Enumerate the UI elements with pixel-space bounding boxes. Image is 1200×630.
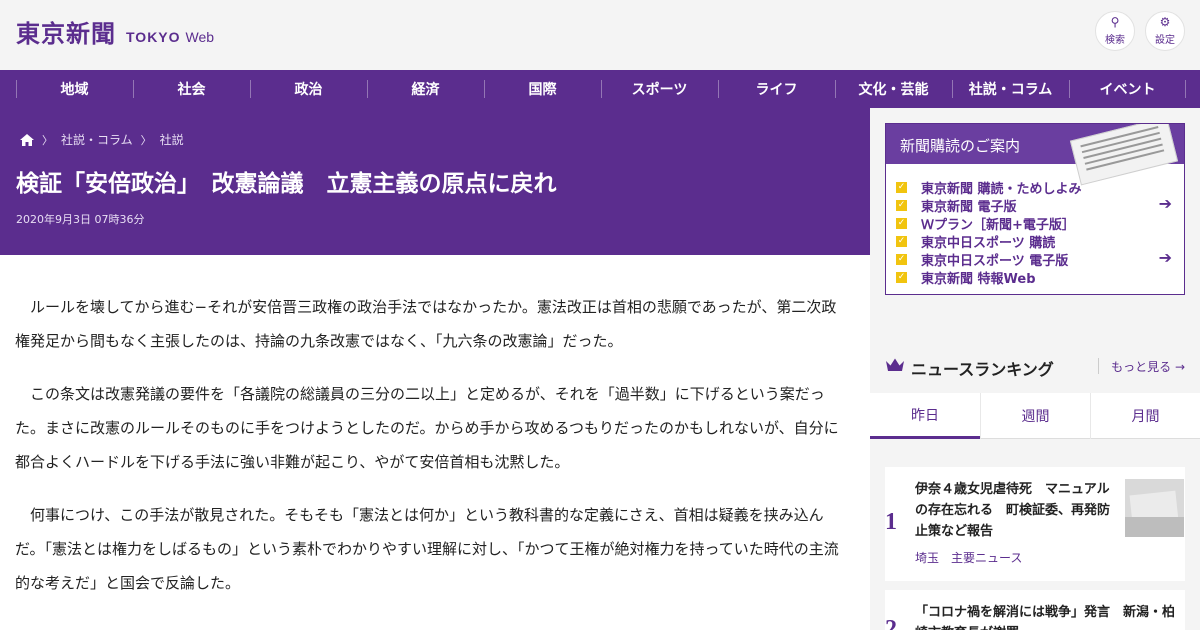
subscription-item[interactable]: ✓ 東京新聞 電子版 ➔ bbox=[896, 195, 1174, 215]
tab-monthly[interactable]: 月間 bbox=[1090, 393, 1200, 439]
ranking-thumbnail[interactable] bbox=[1125, 479, 1184, 537]
settings-button[interactable]: ⚙ 設定 bbox=[1145, 11, 1185, 51]
logo-tokyo: TOKYO bbox=[126, 29, 181, 45]
article-header: 〉 社説・コラム 〉 社説 検証「安倍政治」 改憲論議 立憲主義の原点に戻れ 2… bbox=[0, 108, 870, 255]
article-title: 検証「安倍政治」 改憲論議 立憲主義の原点に戻れ bbox=[16, 171, 557, 197]
search-button[interactable]: ⚲ 検索 bbox=[1095, 11, 1135, 51]
subscription-item[interactable]: ✓ 東京中日スポーツ 購読 bbox=[896, 232, 1174, 251]
ranking-item-title[interactable]: 伊奈４歳女児虐待死 マニュアルの存在忘れる 町検証委、再発防止策など報告 bbox=[915, 479, 1115, 542]
subscription-list: ✓ 東京新聞 購読・ためしよみ ✓ 東京新聞 電子版 ➔ ✓ Ｗプラン［新聞+電… bbox=[886, 164, 1184, 287]
ranking-header: ニュースランキング もっと見る → bbox=[885, 356, 1185, 379]
subscription-item-label: 東京中日スポーツ 購読 bbox=[921, 235, 1056, 251]
check-icon: ✓ bbox=[896, 217, 907, 229]
breadcrumb-separator: 〉 bbox=[140, 133, 152, 147]
subscription-item-label: Ｗプラン［新聞+電子版］ bbox=[921, 217, 1075, 233]
site-header: 東京新聞 TOKYO Web ⚲ 検索 ⚙ 設定 bbox=[0, 0, 1200, 70]
nav-item-event[interactable]: イベント bbox=[1069, 70, 1186, 108]
search-icon: ⚲ bbox=[1110, 15, 1120, 29]
ranking-item[interactable]: 1 伊奈４歳女児虐待死 マニュアルの存在忘れる 町検証委、再発防止策など報告 埼… bbox=[885, 467, 1185, 581]
nav-item-shakai[interactable]: 社会 bbox=[133, 70, 250, 108]
home-icon[interactable] bbox=[20, 133, 34, 146]
subscription-item[interactable]: ✓ 東京中日スポーツ 電子版 ➔ bbox=[896, 249, 1174, 269]
ranking-title: ニュースランキング bbox=[911, 360, 1054, 379]
site-logo[interactable]: 東京新聞 TOKYO Web bbox=[16, 14, 214, 49]
ranking-item[interactable]: 2 「コロナ禍を解消には戦争」発言 新潟・柏崎市教育長が謝罪 bbox=[885, 590, 1185, 630]
subscription-item[interactable]: ✓ 東京新聞 購読・ためしよみ bbox=[896, 178, 1174, 197]
ranking-tabs: 昨日 週間 月間 bbox=[870, 393, 1200, 439]
arrow-right-icon: → bbox=[1174, 360, 1185, 374]
nav-item-bunka[interactable]: 文化・芸能 bbox=[835, 70, 952, 108]
gear-icon: ⚙ bbox=[1159, 15, 1171, 29]
ranking-divider bbox=[1098, 358, 1099, 374]
check-icon: ✓ bbox=[896, 199, 907, 211]
article-date: 2020年9月3日 07時36分 bbox=[16, 213, 145, 226]
tab-weekly[interactable]: 週間 bbox=[980, 393, 1090, 439]
breadcrumb-item-shasetsu-column[interactable]: 社説・コラム bbox=[61, 131, 133, 148]
article-paragraph: 何事につけ、この手法が散見された。そもそも「憲法とは何か」という教科書的な定義に… bbox=[15, 506, 839, 592]
subscription-box: 新聞購読のご案内 ✓ 東京新聞 購読・ためしよみ ✓ 東京新聞 電子版 ➔ ✓ … bbox=[885, 123, 1185, 295]
subscription-item-label: 東京新聞 特報Web bbox=[921, 271, 1036, 287]
crown-icon bbox=[886, 358, 904, 371]
search-button-label: 検索 bbox=[1105, 35, 1125, 46]
breadcrumb-item-shasetsu[interactable]: 社説 bbox=[160, 131, 184, 148]
subscription-item[interactable]: ✓ 東京新聞 特報Web bbox=[896, 268, 1174, 287]
ranking-more-label: もっと見る bbox=[1111, 360, 1172, 374]
ranking-item-title[interactable]: 「コロナ禍を解消には戦争」発言 新潟・柏崎市教育長が謝罪 bbox=[915, 602, 1185, 630]
subscription-item-label: 東京中日スポーツ 電子版 bbox=[921, 253, 1069, 269]
check-icon: ✓ bbox=[896, 181, 907, 193]
breadcrumb-separator: 〉 bbox=[42, 133, 53, 147]
logo-kanji: 東京新聞 bbox=[16, 19, 116, 48]
article-body: ルールを壊してから進む−それが安倍晋三政権の政治手法ではなかったか。憲法改正は首… bbox=[15, 290, 850, 619]
ranking-item-category[interactable]: 埼玉 主要ニュース bbox=[915, 549, 1022, 566]
nav-item-keizai[interactable]: 経済 bbox=[367, 70, 484, 108]
subscription-title: 新聞購読のご案内 bbox=[900, 137, 1021, 155]
ranking-more-link[interactable]: もっと見る → bbox=[1111, 358, 1185, 375]
logo-web: Web bbox=[185, 29, 215, 45]
settings-button-label: 設定 bbox=[1155, 35, 1175, 46]
nav-item-kokusai[interactable]: 国際 bbox=[484, 70, 601, 108]
breadcrumb: 〉 社説・コラム 〉 社説 bbox=[20, 131, 184, 148]
login-icon[interactable]: ➔ bbox=[1159, 249, 1172, 267]
article-paragraph: この条文は改憲発議の要件を「各議院の総議員の三分の二以上」と定めるが、それを「過… bbox=[15, 385, 839, 471]
subscription-item-label: 東京新聞 購読・ためしよみ bbox=[921, 181, 1082, 197]
check-icon: ✓ bbox=[896, 253, 907, 265]
nav-item-shasetsu[interactable]: 社説・コラム bbox=[952, 70, 1069, 108]
main-nav: 地域 社会 政治 経済 国際 スポーツ ライフ 文化・芸能 社説・コラム イベン… bbox=[0, 70, 1200, 108]
nav-item-seiji[interactable]: 政治 bbox=[250, 70, 367, 108]
subscription-item[interactable]: ✓ Ｗプラン［新聞+電子版］ bbox=[896, 214, 1174, 233]
article-paragraph: ルールを壊してから進む−それが安倍晋三政権の政治手法ではなかったか。憲法改正は首… bbox=[15, 298, 837, 350]
ranking-number: 1 bbox=[885, 509, 897, 535]
nav-item-chiiki[interactable]: 地域 bbox=[16, 70, 133, 108]
subscription-header: 新聞購読のご案内 bbox=[886, 124, 1184, 186]
subscription-item-label: 東京新聞 電子版 bbox=[921, 199, 1017, 215]
ranking-number: 2 bbox=[885, 616, 897, 630]
login-icon[interactable]: ➔ bbox=[1159, 195, 1172, 213]
nav-item-sports[interactable]: スポーツ bbox=[601, 70, 718, 108]
check-icon: ✓ bbox=[896, 271, 907, 283]
sidebar: 新聞購読のご案内 ✓ 東京新聞 購読・ためしよみ ✓ 東京新聞 電子版 ➔ ✓ … bbox=[870, 108, 1200, 630]
check-icon: ✓ bbox=[896, 235, 907, 247]
tab-yesterday[interactable]: 昨日 bbox=[870, 393, 980, 439]
nav-item-life[interactable]: ライフ bbox=[718, 70, 835, 108]
